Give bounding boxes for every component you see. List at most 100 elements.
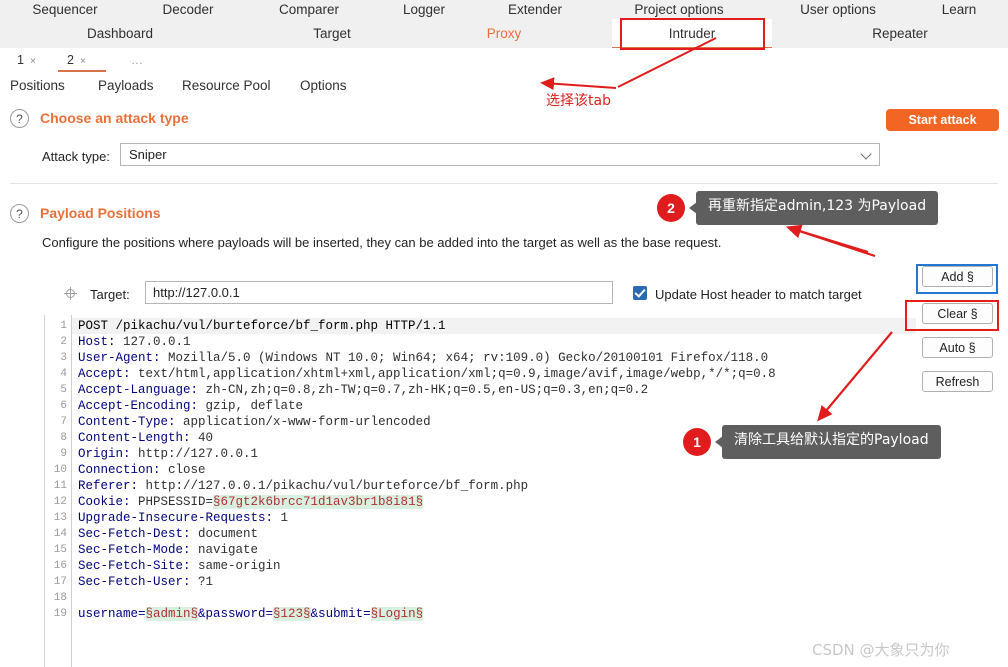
request-line-segment: Upgrade-Insecure-Requests: [78,511,281,525]
request-editor[interactable]: 1 2 3 4 5 6 7 8 9 10 11 12 13 14 15 16 17 18 19 POST /pika… [44,315,916,667]
request-line-segment: §admin§ [145,607,199,621]
request-line-segment: navigate [198,543,259,557]
close-icon[interactable]: × [30,56,36,67]
request-line-segment: Accept-Encoding: [78,399,206,413]
menu-item-logger[interactable]: Logger [392,0,456,19]
request-line[interactable]: Cookie: PHPSESSID=§67gt2k6brcc71d1av3br1… [78,494,424,510]
annotation-callout-1: 清除工具给默认指定的Payload [715,425,941,459]
request-line[interactable]: Host: 127.0.0.1 [78,334,191,350]
auto-markers-button[interactable]: Auto § [922,337,993,358]
request-line-segment: POST /pikachu/vul/burteforce/bf_form.php… [78,319,446,333]
csdn-watermark: CSDN @大象只为你 [812,641,950,659]
menu-item-learn[interactable]: Learn [930,0,988,19]
request-line[interactable]: Accept-Language: zh-CN,zh;q=0.8,zh-TW;q=… [78,382,648,398]
refresh-button[interactable]: Refresh [922,371,993,392]
attack-type-dropdown[interactable]: Sniper [120,143,880,166]
request-code-area[interactable]: POST /pikachu/vul/burteforce/bf_form.php… [72,315,916,667]
line-number: 11 [53,480,67,492]
request-line-segment: Sec-Fetch-Site: [78,559,199,573]
line-number: 19 [53,608,67,620]
request-line-segment: Content-Type: [78,415,184,429]
main-tab-strip: Dashboard Target Proxy Intruder Repeater [0,19,1008,49]
annotation-callout-1-text: 清除工具给默认指定的Payload [734,432,929,448]
target-input-value: http://127.0.0.1 [153,285,240,300]
update-host-header-label: Update Host header to match target [655,287,862,302]
menu-item-sequencer[interactable]: Sequencer [20,0,110,19]
tab-target[interactable]: Target [272,19,392,48]
request-line-segment: &password= [198,607,274,621]
attack-tab-overflow[interactable]: … [122,48,153,72]
request-line[interactable]: Origin: http://127.0.0.1 [78,446,258,462]
request-line-segment: Sec-Fetch-Mode: [78,543,199,557]
request-line-segment: §Login§ [370,607,424,621]
annotation-badge-1: 1 [683,428,711,456]
request-line-segment: ?1 [198,575,214,589]
attack-tab-2[interactable]: 2 × [58,48,106,72]
annotation-badge-2: 2 [657,194,685,222]
request-line[interactable]: Sec-Fetch-Dest: document [78,526,258,542]
request-line-segment: Content-Length: [78,431,199,445]
request-line-segment: §67gt2k6brcc71d1av3br1b8i81§ [213,495,424,509]
close-icon[interactable]: × [80,56,86,67]
request-line-segment: http://127.0.0.1/pikachu/vul/burteforce/… [145,479,529,493]
request-line[interactable]: username=§admin§&password=§123§&submit=§… [78,606,424,622]
annotation-select-tab-text: 选择该tab [546,93,611,109]
intruder-sub-tab-bar: Positions Payloads Resource Pool Options [0,72,1008,101]
menu-item-comparer[interactable]: Comparer [264,0,354,19]
update-host-header-checkbox[interactable] [633,286,647,300]
request-line[interactable]: Sec-Fetch-Mode: navigate [78,542,258,558]
line-number: 6 [60,400,67,412]
request-line-segment: 40 [198,431,214,445]
help-icon-attack-type[interactable]: ? [10,109,29,128]
menu-item-decoder[interactable]: Decoder [148,0,228,19]
annotation-box-clear-button [905,300,999,331]
request-line[interactable]: Upgrade-Insecure-Requests: 1 [78,510,288,526]
menu-item-user-options[interactable]: User options [782,0,894,19]
request-line-segment: Origin: [78,447,139,461]
line-number: 9 [60,448,67,460]
crosshair-icon [64,287,77,300]
request-line-segment: &submit= [310,607,371,621]
tab-repeater[interactable]: Repeater [840,19,960,48]
menu-item-project-options[interactable]: Project options [614,0,744,19]
request-line-segment: Cookie: [78,495,139,509]
request-line[interactable]: Sec-Fetch-Site: same-origin [78,558,281,574]
subtab-resource-pool[interactable]: Resource Pool [182,72,279,99]
request-line[interactable]: POST /pikachu/vul/burteforce/bf_form.php… [72,318,916,334]
payload-positions-description: Configure the positions where payloads w… [42,235,722,250]
annotation-callout-2-text: 再重新指定admin,123 为Payload [708,198,927,214]
line-number: 1 [60,320,67,332]
subtab-options[interactable]: Options [300,72,358,99]
request-line[interactable]: User-Agent: Mozilla/5.0 (Windows NT 10.0… [78,350,768,366]
help-icon-payload-positions[interactable]: ? [10,204,29,223]
request-line[interactable]: Sec-Fetch-User: ?1 [78,574,213,590]
subtab-positions[interactable]: Positions [10,72,80,101]
tab-dashboard[interactable]: Dashboard [60,19,180,48]
line-number: 4 [60,368,67,380]
menu-item-extender[interactable]: Extender [494,0,576,19]
subtab-payloads[interactable]: Payloads [98,72,160,99]
payload-positions-heading: Payload Positions [40,205,161,221]
annotation-callout-2: 再重新指定admin,123 为Payload [689,191,939,225]
request-line-segment: Accept: [78,367,139,381]
request-line-segment: Referer: [78,479,146,493]
attack-tab-1[interactable]: 1 × [8,48,50,72]
request-line[interactable]: Content-Type: application/x-www-form-url… [78,414,431,430]
request-line-segment: Mozilla/5.0 (Windows NT 10.0; Win64; x64… [168,351,769,365]
line-number: 2 [60,336,67,348]
tab-proxy[interactable]: Proxy [444,19,564,48]
request-line[interactable]: Referer: http://127.0.0.1/pikachu/vul/bu… [78,478,528,494]
target-input[interactable]: http://127.0.0.1 [145,281,613,304]
request-line-segment: Sec-Fetch-Dest: [78,527,199,541]
request-line[interactable]: Accept-Encoding: gzip, deflate [78,398,303,414]
line-number: 16 [53,560,67,572]
request-line[interactable]: Accept: text/html,application/xhtml+xml,… [78,366,776,382]
request-line-segment: application/x-www-form-urlencoded [183,415,431,429]
top-menu-bar: Sequencer Decoder Comparer Logger Extender Pr… [0,0,1008,20]
attack-type-label: Attack type: [42,149,110,164]
request-line[interactable]: Connection: close [78,462,206,478]
request-line-segment: close [168,463,206,477]
request-line-segment: Accept-Language: [78,383,206,397]
start-attack-button[interactable]: Start attack [886,109,999,131]
request-line[interactable]: Content-Length: 40 [78,430,213,446]
